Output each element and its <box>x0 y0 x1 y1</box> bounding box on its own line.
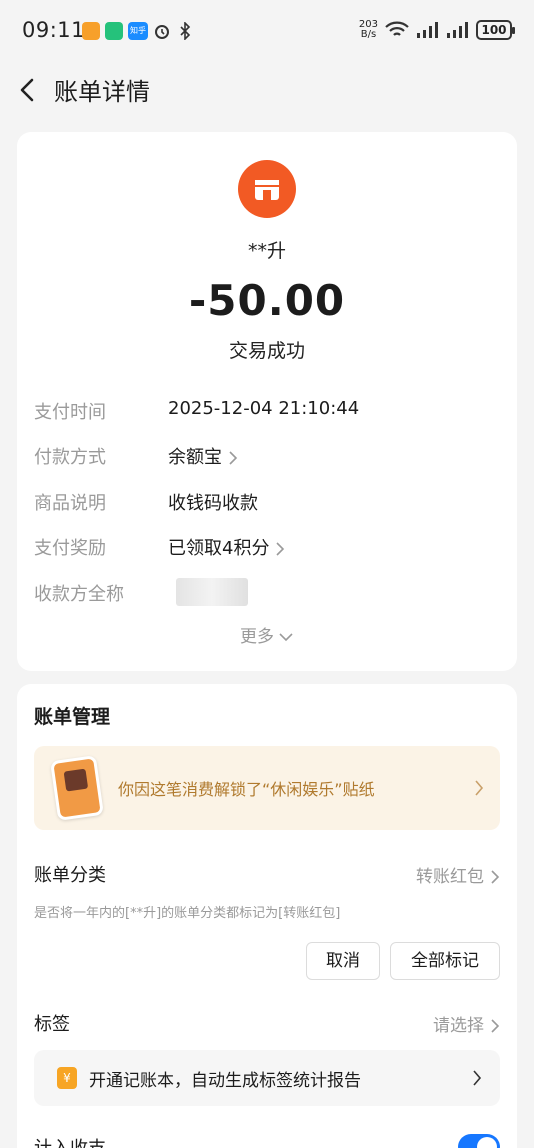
back-arrow-icon[interactable] <box>14 74 42 106</box>
sticker-banner-text: 你因这笔消费解锁了“休闲娱乐”贴纸 <box>118 780 375 799</box>
status-right: 203 B/s 100 <box>359 20 515 40</box>
income-label: 计入收支 <box>34 1134 106 1148</box>
network-speed-unit: B/s <box>360 29 377 40</box>
category-selector[interactable]: 转账红包 <box>416 862 500 887</box>
detail-row-pay-method[interactable]: 付款方式 余额宝 <box>34 443 504 473</box>
detail-label: 付款方式 <box>34 447 106 468</box>
section-title: 账单管理 <box>34 706 111 728</box>
detail-label: 商品说明 <box>34 493 106 514</box>
transaction-amount: -50.00 <box>188 276 346 325</box>
alarm-icon <box>155 25 169 39</box>
detail-value: 2025-12-04 21:10:44 <box>168 398 360 419</box>
detail-row-pay-reward[interactable]: 支付奖励 已领取4积分 <box>34 534 504 564</box>
more-label: 更多 <box>240 627 274 647</box>
detail-label: 支付奖励 <box>34 538 106 559</box>
merchant-name: **升 <box>247 240 286 262</box>
category-label: 账单分类 <box>34 865 106 886</box>
detail-label: 支付时间 <box>34 402 106 423</box>
detail-row-goods-desc: 商品说明 收钱码收款 <box>34 489 504 519</box>
tag-label: 标签 <box>34 1014 70 1035</box>
detail-value: 余额宝 <box>168 447 222 468</box>
chevron-right-icon <box>473 1070 482 1086</box>
sticker-banner[interactable]: 你因这笔消费解锁了“休闲娱乐”贴纸 <box>34 746 500 830</box>
mark-all-button[interactable]: 全部标记 <box>390 942 500 980</box>
redacted-payee-name <box>176 578 248 606</box>
zhihu-icon: 知乎 <box>128 22 148 40</box>
battery-indicator: 100 <box>476 20 515 40</box>
app-icon-orange <box>82 22 100 40</box>
store-icon <box>238 160 296 218</box>
page-title: 账单详情 <box>54 78 150 106</box>
signal-icon-2 <box>447 22 468 38</box>
tag-selector[interactable]: 请选择 <box>433 1011 500 1036</box>
bookkeeping-promo-banner[interactable]: ¥ 开通记账本，自动生成标签统计报告 <box>34 1050 500 1106</box>
bill-management-card: 账单管理 你因这笔消费解锁了“休闲娱乐”贴纸 账单分类 转账红包 是否将一年内的… <box>17 684 517 1148</box>
chevron-down-icon <box>279 633 293 642</box>
promo-text: 开通记账本，自动生成标签统计报告 <box>89 1071 361 1091</box>
signal-icon-1 <box>417 22 438 38</box>
detail-value-with-chevron[interactable]: 已领取4积分 <box>168 534 285 560</box>
detail-label: 收款方全称 <box>34 584 124 605</box>
income-toggle[interactable] <box>458 1134 500 1148</box>
chevron-right-icon <box>276 542 285 556</box>
nav-bar: 账单详情 <box>0 64 534 116</box>
chevron-right-icon <box>229 451 238 465</box>
more-link[interactable]: 更多 <box>17 622 517 647</box>
detail-value: 收钱码收款 <box>168 493 258 514</box>
network-speed: 203 B/s <box>359 20 378 40</box>
transaction-status: 交易成功 <box>228 340 305 362</box>
detail-row-pay-time: 支付时间 2025-12-04 21:10:44 <box>34 398 504 428</box>
transaction-card: **升 -50.00 交易成功 支付时间 2025-12-04 21:10:44… <box>17 132 517 671</box>
detail-value: 已领取4积分 <box>168 538 270 559</box>
status-bar: 09:11 知乎 203 B/s 100 <box>0 0 534 64</box>
tag-placeholder: 请选择 <box>433 1016 484 1036</box>
category-value: 转账红包 <box>416 867 484 887</box>
detail-value-with-chevron[interactable]: 余额宝 <box>168 443 238 469</box>
yuan-icon: ¥ <box>57 1067 77 1089</box>
category-hint: 是否将一年内的[**升]的账单分类都标记为[转账红包] <box>34 906 341 921</box>
game-console-sticker-icon <box>50 755 104 821</box>
app-icon-green <box>105 22 123 40</box>
status-time: 09:11 <box>22 18 86 42</box>
status-app-icons: 知乎 <box>82 22 194 40</box>
chevron-right-icon <box>475 780 484 796</box>
cancel-button[interactable]: 取消 <box>306 942 380 980</box>
detail-row-payee-name: 收款方全称 <box>34 578 504 610</box>
toggle-knob <box>477 1137 497 1148</box>
wifi-icon <box>385 21 409 36</box>
chevron-right-icon <box>491 870 500 884</box>
bluetooth-icon <box>180 22 191 40</box>
chevron-right-icon <box>491 1019 500 1033</box>
